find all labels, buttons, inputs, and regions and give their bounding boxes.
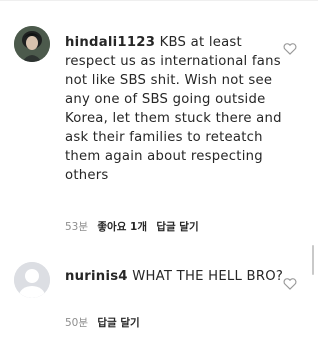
default-avatar-icon bbox=[14, 262, 50, 298]
comment-meta: 50분 답글 달기 bbox=[65, 315, 146, 330]
top-divider bbox=[0, 0, 318, 1]
likes-count[interactable]: 좋아요 1개 bbox=[97, 221, 147, 233]
comment-username[interactable]: hindali1123 bbox=[65, 35, 155, 50]
reply-button[interactable]: 답글 달기 bbox=[156, 221, 198, 233]
profile-photo-icon bbox=[14, 26, 50, 62]
comment-body: KBS at least respect us as international… bbox=[65, 35, 282, 183]
comment-username[interactable]: nurinis4 bbox=[65, 269, 128, 284]
scrollbar[interactable] bbox=[312, 245, 314, 275]
avatar[interactable] bbox=[14, 262, 50, 298]
comment-time: 50분 bbox=[65, 317, 89, 329]
avatar[interactable] bbox=[14, 26, 50, 62]
comment-text: nurinis4 WHAT THE HELL BRO? bbox=[65, 267, 285, 286]
heart-outline-icon[interactable] bbox=[283, 275, 297, 290]
comment-body: WHAT THE HELL BRO? bbox=[132, 269, 284, 284]
heart-outline-icon[interactable] bbox=[283, 40, 297, 55]
reply-button[interactable]: 답글 달기 bbox=[97, 317, 139, 329]
comment-meta: 53분 좋아요 1개 답글 달기 bbox=[65, 219, 205, 234]
comment-time: 53분 bbox=[65, 221, 89, 233]
comment-text: hindali1123 KBS at least respect us as i… bbox=[65, 33, 285, 185]
